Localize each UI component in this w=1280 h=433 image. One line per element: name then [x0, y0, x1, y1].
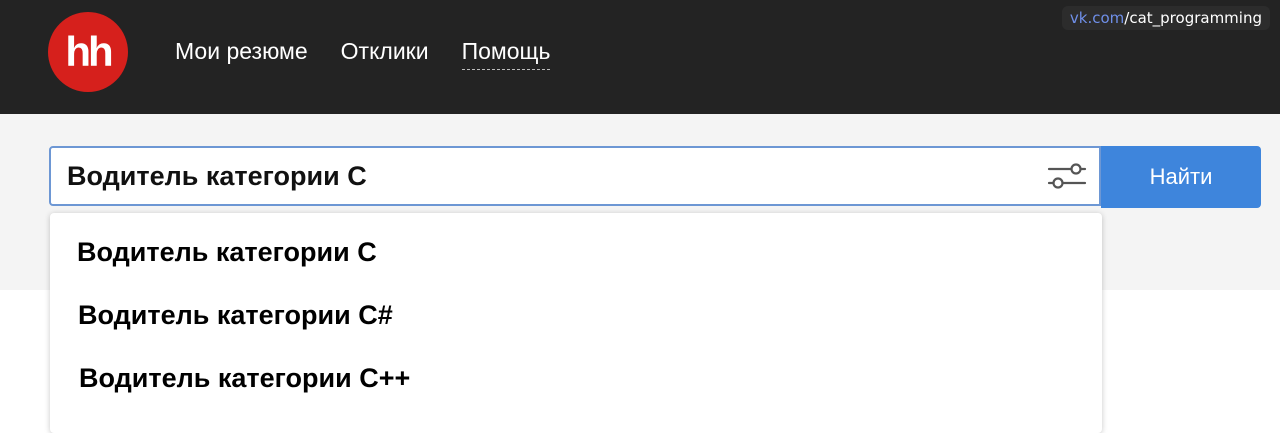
suggestion-item[interactable]: Водитель категории C++	[79, 363, 410, 394]
nav-help[interactable]: Помощь	[461, 37, 551, 70]
nav-my-resumes[interactable]: Мои резюме	[175, 37, 308, 70]
search-input-value[interactable]: Водитель категории С	[51, 161, 1045, 192]
suggestion-item[interactable]: Водитель категории С	[77, 237, 377, 268]
top-header: hh Мои резюме Отклики Помощь vk.com/cat_…	[0, 0, 1280, 114]
suggestions-dropdown: Водитель категории С Водитель категории …	[50, 213, 1102, 433]
watermark: vk.com/cat_programming	[1061, 6, 1270, 30]
main-nav: Мои резюме Отклики Помощь	[175, 37, 551, 70]
sliders-icon[interactable]	[1045, 156, 1089, 196]
hh-logo[interactable]: hh	[48, 12, 128, 92]
search-button[interactable]: Найти	[1101, 146, 1261, 208]
watermark-domain: vk.com	[1069, 9, 1125, 27]
search-button-label: Найти	[1149, 164, 1213, 189]
search-input[interactable]: Водитель категории С	[49, 146, 1101, 206]
watermark-path: /cat_programming	[1124, 9, 1262, 27]
suggestion-item[interactable]: Водитель категории C#	[78, 300, 393, 331]
logo-text: hh	[65, 28, 113, 75]
nav-responses[interactable]: Отклики	[341, 37, 429, 70]
